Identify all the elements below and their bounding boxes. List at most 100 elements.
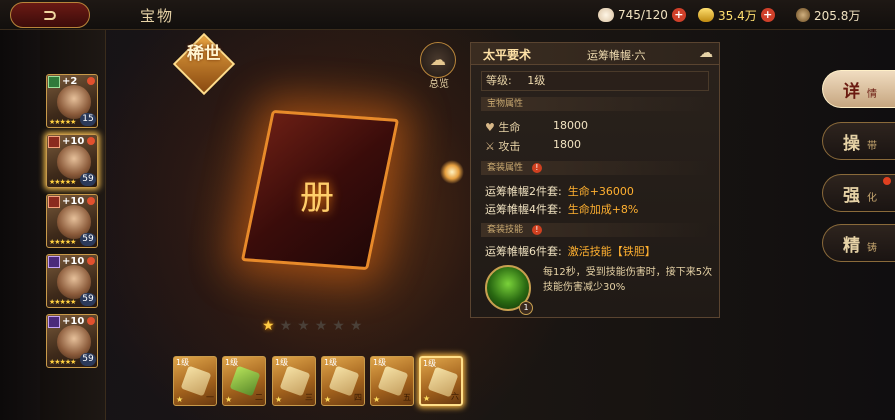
alert-icon[interactable]: ! [531, 225, 542, 235]
left-edge-decoration [0, 30, 40, 420]
sword-icon: ⚔ [485, 140, 495, 153]
panel-title-bar: 太平要术 运筹帷幄·六 ☁ [471, 43, 719, 65]
section-title: 套装属性 [487, 163, 524, 173]
slot-index: 四 [354, 393, 362, 402]
treasure-slot[interactable]: 1级 ★ 二 [222, 356, 266, 406]
gold-ingot-icon [698, 8, 714, 22]
slot-level: 1级 [373, 358, 387, 367]
treasure-slot[interactable]: 1级 ★ 四 [321, 356, 365, 406]
red-dot-icon [87, 77, 95, 85]
stat-value: 18000 [553, 119, 588, 132]
alert-icon[interactable]: ! [531, 163, 542, 173]
treasure-slot-selected[interactable]: 1级 ★ 六 [419, 356, 463, 406]
star-icon: ★ [275, 395, 283, 404]
bun-icon [598, 8, 614, 22]
add-gold-button[interactable]: + [760, 8, 775, 22]
treasure-set-name: 运筹帷幄·六 [587, 49, 646, 62]
section-set-skill: 套装技能 ! [481, 223, 709, 237]
star-icon: ★ [423, 394, 431, 403]
slot-index: 六 [451, 392, 459, 401]
red-dot-icon [87, 197, 95, 205]
hero-level: 15 [80, 113, 96, 126]
tab-label: 强 [843, 186, 860, 206]
red-dot-icon [87, 257, 95, 265]
hero-stars: ★★★★★ [49, 298, 76, 306]
overview-button[interactable]: ☁ [420, 42, 456, 78]
tab-refine[interactable]: 精 铸 [822, 224, 895, 262]
star-icon-empty: ★ [332, 318, 345, 334]
section-set-attributes: 套装属性 ! [481, 161, 709, 175]
hero-card[interactable]: +10 ★★★★★ 59 [46, 314, 98, 368]
slot-index: 二 [255, 393, 263, 402]
tab-equip[interactable]: 操 带 [822, 122, 895, 160]
tab-sublabel: 化 [867, 193, 877, 204]
skill-level: 1 [519, 301, 533, 315]
silver-value: 205.8万 [814, 8, 861, 23]
treasure-slot[interactable]: 1级 ★ 三 [272, 356, 316, 406]
stamina-resource: 745/120 + [598, 6, 686, 24]
star-icon: ★ [225, 395, 233, 404]
treasure-book-glyph: 册 [300, 178, 334, 218]
hero-stars: ★★★★★ [49, 118, 76, 126]
treasure-star-rating: ★ ★ ★ ★ ★ ★ [262, 318, 362, 334]
rarity-label: 稀世 [187, 44, 221, 64]
back-button[interactable]: ⊃ [10, 2, 90, 28]
silver-resource: 205.8万 [796, 6, 860, 24]
star-icon: ★ [324, 395, 332, 404]
gold-resource: 35.4万 + [698, 6, 775, 24]
faction-icon [48, 76, 60, 88]
set-bonus-effect: 生命+36000 [567, 185, 634, 198]
hero-upgrade-level: +2 [62, 76, 78, 87]
add-stamina-button[interactable]: + [671, 8, 686, 22]
level-value: 1级 [527, 74, 546, 87]
level-label: 等级: [486, 74, 512, 87]
glow-orb-left [440, 160, 464, 184]
section-treasure-attributes: 宝物属性 [481, 97, 709, 111]
stat-value: 1800 [553, 138, 581, 151]
star-icon: ★ [176, 395, 184, 404]
treasure-slot[interactable]: 1级 ★ 一 [173, 356, 217, 406]
tab-label: 详 [843, 82, 860, 102]
set-bonus-label: 运筹帷幄4件套: [485, 203, 562, 216]
tab-label: 精 [843, 236, 860, 256]
hero-card[interactable]: +10 ★★★★★ 59 [46, 194, 98, 248]
coin-icon [796, 8, 810, 22]
star-icon-filled: ★ [262, 318, 275, 334]
hero-card-selected[interactable]: +10 ★★★★★ 59 [46, 134, 98, 188]
hero-level: 59 [80, 353, 96, 366]
stamina-value: 745/120 [618, 8, 668, 22]
slot-level: 1级 [225, 358, 239, 367]
hero-level: 59 [80, 293, 96, 306]
slot-index: 五 [403, 393, 411, 402]
section-title: 套装技能 [487, 225, 524, 235]
tab-sublabel: 铸 [867, 243, 877, 254]
treasure-name: 太平要术 [483, 48, 532, 62]
hero-upgrade-level: +10 [62, 316, 85, 327]
set-bonus-label: 运筹帷幄2件套: [485, 185, 562, 198]
treasure-slot[interactable]: 1级 ★ 五 [370, 356, 414, 406]
slot-level: 1级 [324, 358, 338, 367]
stat-label: 生命 [498, 121, 521, 134]
slot-index: 一 [206, 393, 214, 402]
hero-stars: ★★★★★ [49, 178, 76, 186]
tab-enhance[interactable]: 强 化 [822, 174, 895, 212]
cloud-icon: ☁ [699, 45, 713, 61]
star-icon-empty: ★ [349, 318, 363, 334]
tab-details[interactable]: 详 情 [822, 70, 895, 108]
hero-card[interactable]: +2 ★★★★★ 15 [46, 74, 98, 128]
hero-stars: ★★★★★ [49, 238, 76, 246]
stat-hp: ♥ 生命 18000 [485, 119, 588, 135]
page-title: 宝物 [140, 7, 175, 25]
red-dot-icon [87, 317, 95, 325]
hero-card[interactable]: +10 ★★★★★ 59 [46, 254, 98, 308]
set-bonus-6: 运筹帷幄6件套: 激活技能【铁胆】 [485, 243, 656, 259]
section-title: 宝物属性 [487, 99, 524, 109]
star-icon: ★ [373, 395, 381, 404]
treasure-info-panel: 太平要术 运筹帷幄·六 ☁ 等级: 1级 宝物属性 ♥ 生命 18000 ⚔ 攻… [470, 42, 720, 318]
faction-icon [48, 196, 60, 208]
star-icon-empty: ★ [297, 318, 310, 334]
star-icon-empty: ★ [279, 318, 293, 334]
stat-attack: ⚔ 攻击 1800 [485, 138, 581, 154]
set-bonus-label: 运筹帷幄6件套: [485, 245, 562, 258]
faction-icon [48, 136, 60, 148]
